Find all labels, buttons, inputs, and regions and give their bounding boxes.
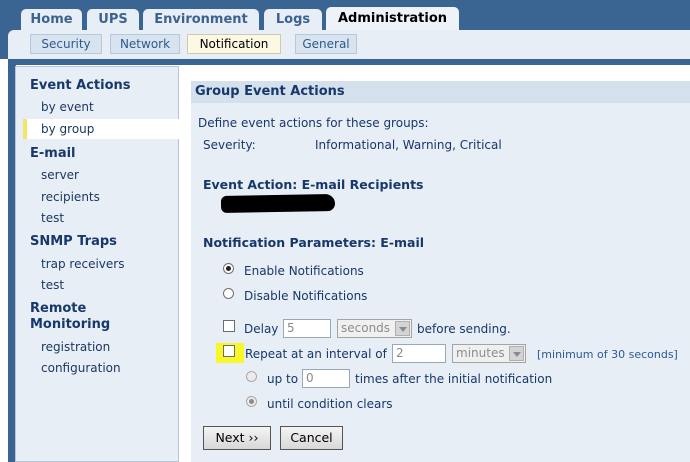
delay-suffix: before sending.	[417, 322, 511, 336]
delay-checkbox[interactable]	[223, 320, 235, 332]
intro-text: Define event actions for these groups:	[198, 116, 429, 130]
sidebar-item-server[interactable]: server	[41, 168, 79, 182]
sidebar-heading-monitoring: Monitoring	[30, 317, 111, 332]
cancel-button[interactable]: Cancel	[280, 426, 343, 450]
sidebar-heading-snmp: SNMP Traps	[30, 234, 117, 249]
sub-nav-panel: Security Network Notification General	[8, 30, 690, 59]
disable-notifications-label: Disable Notifications	[244, 289, 368, 303]
up-to-suffix: times after the initial notification	[355, 372, 553, 386]
severity-value: Informational, Warning, Critical	[315, 138, 502, 152]
repeat-minimum-note: [minimum of 30 seconds]	[537, 348, 678, 361]
sidebar-item-snmp-test[interactable]: test	[41, 278, 64, 292]
notification-params-heading: Notification Parameters: E-mail	[203, 235, 425, 250]
sidebar-item-registration[interactable]: registration	[41, 340, 110, 354]
tab-environment[interactable]: Environment	[143, 9, 259, 30]
subtab-security[interactable]: Security	[30, 34, 102, 54]
sidebar-heading-event-actions: Event Actions	[30, 78, 131, 93]
severity-label: Severity:	[203, 138, 256, 152]
enable-notifications-radio[interactable]	[223, 263, 234, 274]
subtab-network[interactable]: Network	[110, 34, 180, 54]
next-button[interactable]: Next ››	[203, 426, 271, 450]
tab-home[interactable]: Home	[21, 9, 82, 30]
tab-logs[interactable]: Logs	[264, 9, 322, 30]
sidebar-item-trap-receivers[interactable]: trap receivers	[41, 257, 124, 271]
repeat-unit-select[interactable]: minutes	[452, 344, 526, 363]
up-to-label: up to	[267, 372, 299, 386]
up-to-radio[interactable]	[246, 371, 257, 382]
sidebar-item-configuration[interactable]: configuration	[41, 361, 121, 375]
redacted-recipient	[220, 194, 336, 213]
chevron-down-icon	[395, 321, 410, 336]
sidebar-item-by-event[interactable]: by event	[41, 100, 94, 114]
until-clears-radio[interactable]	[246, 396, 257, 407]
repeat-interval-input[interactable]: 2	[392, 344, 446, 363]
event-action-heading: Event Action: E-mail Recipients	[203, 177, 424, 192]
delay-unit-value: seconds	[341, 321, 391, 335]
sidebar-item-by-group[interactable]: by group	[41, 122, 94, 136]
content-title: Group Event Actions	[191, 81, 690, 103]
disable-notifications-radio[interactable]	[223, 288, 234, 299]
delay-label: Delay	[244, 322, 279, 336]
delay-input[interactable]: 5	[283, 319, 331, 338]
sidebar: Event Actions by event by group E-mail s…	[15, 66, 179, 462]
up-to-input[interactable]: 0	[302, 369, 350, 388]
chevron-down-icon	[509, 346, 524, 361]
subtab-notification[interactable]: Notification	[187, 34, 281, 54]
enable-notifications-label: Enable Notifications	[244, 264, 364, 278]
sidebar-item-email-test[interactable]: test	[41, 211, 64, 225]
until-clears-label: until condition clears	[267, 397, 393, 411]
sidebar-heading-remote: Remote	[30, 301, 87, 316]
sub-nav-bar: Security Network Notification General	[0, 30, 690, 59]
repeat-checkbox[interactable]	[223, 345, 235, 357]
tab-ups[interactable]: UPS	[87, 9, 139, 30]
sidebar-item-recipients[interactable]: recipients	[41, 190, 100, 204]
tab-administration[interactable]: Administration	[326, 7, 459, 30]
subtab-general[interactable]: General	[295, 34, 357, 54]
top-nav-bar: Home UPS Environment Logs Administration	[0, 0, 690, 30]
repeat-unit-value: minutes	[456, 346, 505, 360]
delay-unit-select[interactable]: seconds	[337, 319, 412, 338]
repeat-label: Repeat at an interval of	[245, 347, 387, 361]
sidebar-heading-email: E-mail	[30, 146, 76, 161]
